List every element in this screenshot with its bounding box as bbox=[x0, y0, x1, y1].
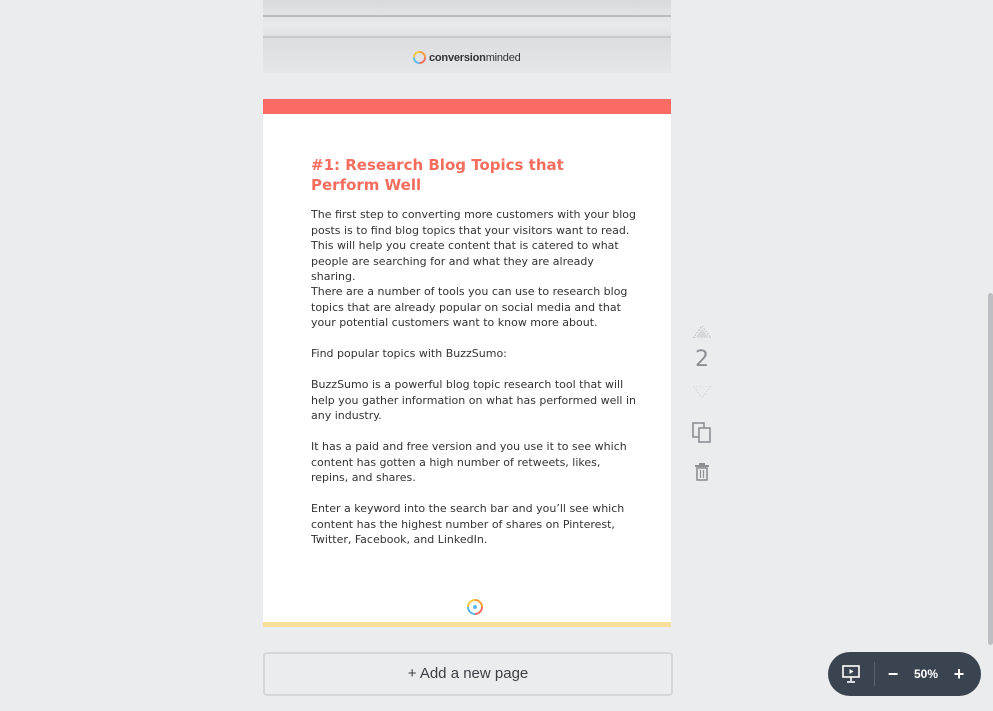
add-new-page-button[interactable]: + Add a new page bbox=[263, 652, 673, 696]
body-paragraph[interactable]: It has a paid and free version and you u… bbox=[311, 439, 641, 486]
previous-page-thumbnail[interactable]: conversionminded bbox=[263, 0, 671, 73]
page-number: 2 bbox=[695, 347, 709, 372]
move-down-icon[interactable] bbox=[693, 386, 711, 398]
page-title[interactable]: #1: Research Blog Topics that Perform We… bbox=[311, 155, 621, 195]
design-page[interactable]: #1: Research Blog Topics that Perform We… bbox=[263, 99, 671, 627]
conversion-logo-icon bbox=[413, 51, 426, 64]
page-bottom-accent-bar bbox=[263, 622, 671, 627]
body-paragraph[interactable]: There are a number of tools you can use … bbox=[311, 284, 641, 331]
body-paragraph[interactable]: Find popular topics with BuzzSumo: bbox=[311, 346, 641, 362]
zoom-out-button[interactable]: − bbox=[875, 652, 911, 696]
present-button[interactable] bbox=[828, 652, 874, 696]
zoom-control-bar: − 50% + bbox=[828, 652, 981, 696]
brand-name: conversionminded bbox=[429, 51, 521, 64]
move-up-icon[interactable] bbox=[693, 326, 711, 338]
body-paragraph[interactable]: The first step to converting more custom… bbox=[311, 207, 641, 285]
zoom-in-button[interactable]: + bbox=[941, 652, 977, 696]
scrollbar-thumb[interactable] bbox=[988, 293, 993, 645]
trash-icon[interactable] bbox=[694, 463, 710, 481]
present-icon bbox=[842, 665, 860, 683]
conversion-logo-icon bbox=[467, 599, 483, 615]
duplicate-icon[interactable] bbox=[692, 422, 712, 444]
body-paragraph[interactable]: Enter a keyword into the search bar and … bbox=[311, 501, 641, 548]
brand-logo: conversionminded bbox=[413, 51, 521, 64]
zoom-level[interactable]: 50% bbox=[911, 667, 941, 681]
page-top-accent-bar bbox=[263, 99, 671, 114]
body-paragraph[interactable]: BuzzSumo is a powerful blog topic resear… bbox=[311, 377, 641, 424]
